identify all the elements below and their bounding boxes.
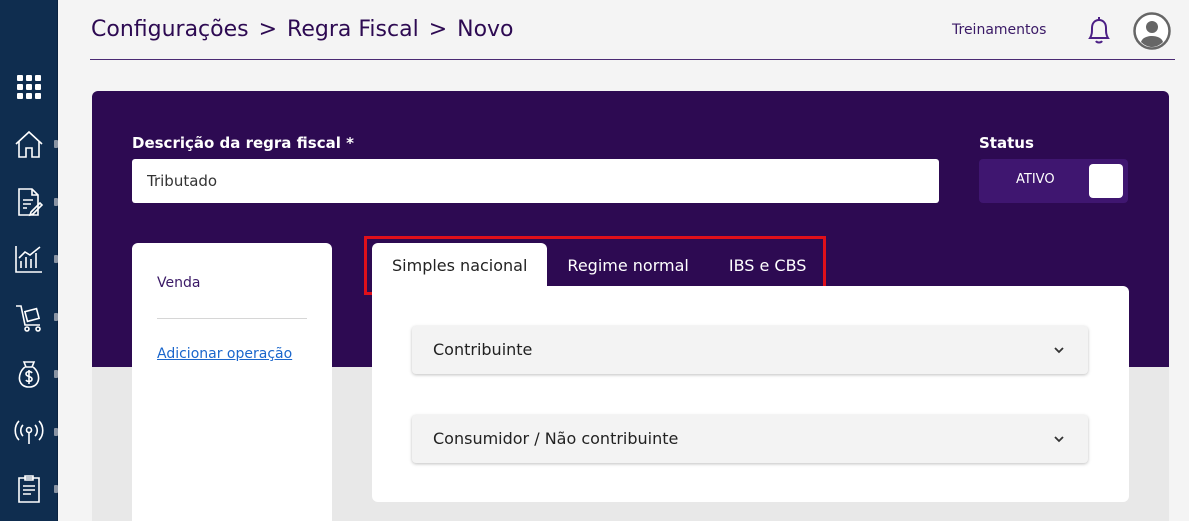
sidebar-marker [54,140,58,148]
chevron-down-icon [1054,436,1064,443]
add-operation-link[interactable]: Adicionar operação [157,346,292,362]
accordion-title: Contribuinte [433,340,533,359]
tab-ibs-cbs[interactable]: IBS e CBS [709,243,827,288]
document-edit-icon[interactable] [10,183,48,221]
sidebar-marker [54,255,58,263]
operations-divider [157,318,307,319]
sidebar-marker [54,428,58,436]
status-toggle[interactable]: ATIVO [979,159,1128,203]
home-icon[interactable] [10,125,48,163]
apps-grid-icon[interactable] [10,68,48,106]
accordion-title: Consumidor / Não contribuinte [433,429,679,448]
report-icon[interactable] [10,470,48,508]
toggle-knob [1089,164,1123,198]
sidebar-marker [54,370,58,378]
treinamentos-link[interactable]: Treinamentos [952,22,1046,38]
breadcrumb-item-current: Novo [457,17,514,42]
accordion-contribuinte[interactable]: Contribuinte [412,326,1088,374]
breadcrumb: Configurações > Regra Fiscal > Novo [91,17,514,42]
operation-item-venda[interactable]: Venda [157,275,200,291]
tab-simples-nacional[interactable]: Simples nacional [372,243,548,288]
sidebar-marker [54,313,58,321]
cart-icon[interactable] [10,298,48,336]
chart-icon[interactable] [10,240,48,278]
chevron-down-icon [1054,347,1064,354]
notification-bell-icon[interactable] [1085,15,1113,45]
breadcrumb-item-regra-fiscal[interactable]: Regra Fiscal [287,17,419,42]
description-label: Descrição da regra fiscal * [132,134,354,152]
description-input[interactable] [132,159,939,203]
accordion-consumidor[interactable]: Consumidor / Não contribuinte [412,415,1088,463]
money-bag-icon[interactable] [10,355,48,393]
status-toggle-text: ATIVO [1016,172,1055,187]
regime-tabs: Simples nacional Regime normal IBS e CBS [372,243,826,288]
broadcast-icon[interactable] [10,413,48,451]
tab-regime-normal[interactable]: Regime normal [547,243,708,288]
sidebar-marker [54,198,58,206]
status-label: Status [979,134,1034,152]
sidebar [0,0,58,521]
breadcrumb-item-configuracoes[interactable]: Configurações [91,17,249,42]
tab-content-panel: Contribuinte Consumidor / Não contribuin… [372,286,1129,502]
user-avatar-icon[interactable] [1133,12,1171,50]
header-divider [90,59,1175,60]
sidebar-marker [54,485,58,493]
breadcrumb-separator: > [258,17,278,42]
operations-panel: Venda Adicionar operação [132,243,332,521]
breadcrumb-separator: > [428,17,448,42]
